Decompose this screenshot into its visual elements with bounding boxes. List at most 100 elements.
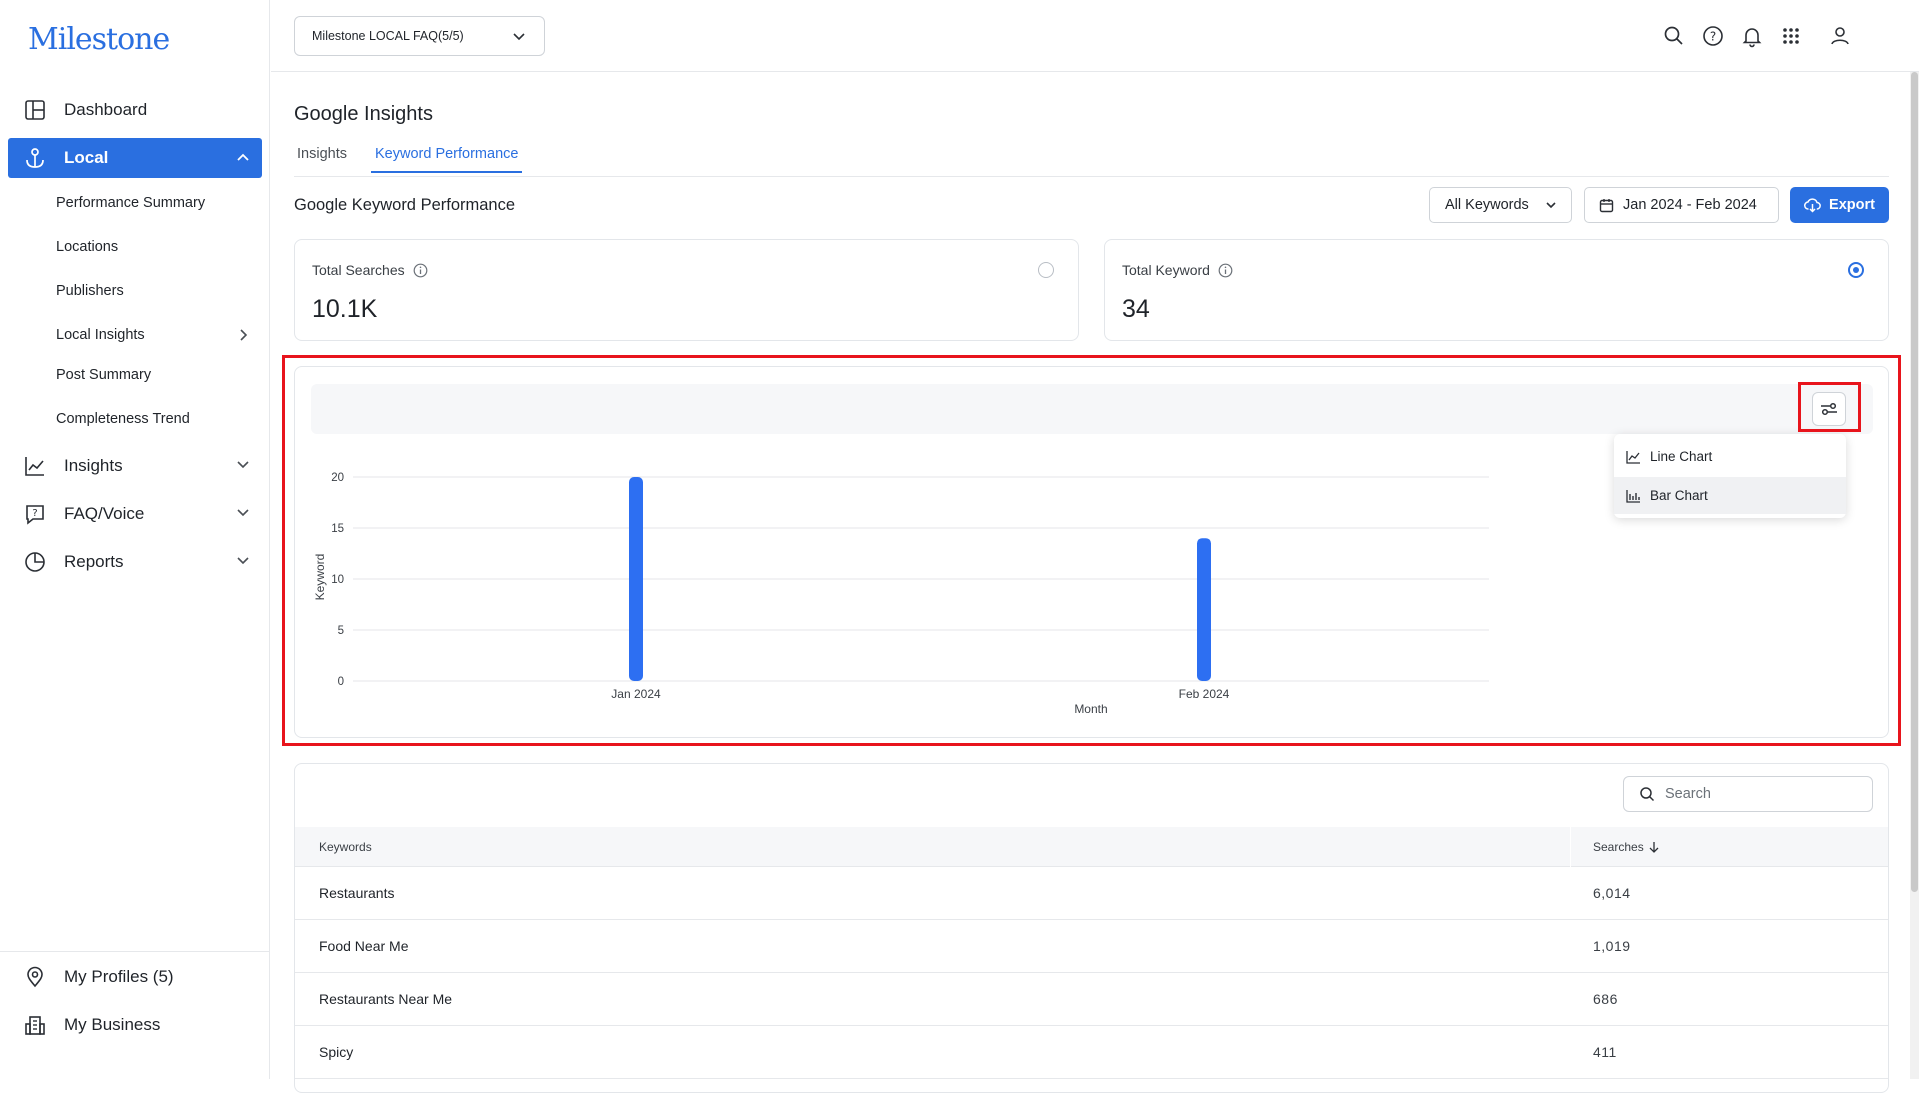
table-row[interactable]: Food Near Me 1,019 [295, 920, 1888, 973]
sidebar-item-label: Dashboard [64, 100, 148, 119]
cell-keyword: Spicy [319, 1044, 354, 1060]
bell-icon[interactable] [1740, 24, 1764, 48]
sidebar: Milestone Dashboard Local Performance Su… [0, 0, 270, 1079]
section-title: Google Keyword Performance [294, 196, 516, 214]
app-logo[interactable]: Milestone [28, 22, 170, 57]
svg-text:?: ? [1710, 30, 1716, 44]
column-divider [1570, 827, 1571, 867]
search-input[interactable]: Search [1623, 776, 1873, 812]
cell-searches: 686 [1593, 991, 1618, 1007]
table-header: Keywords Searches [295, 827, 1888, 867]
sidebar-subitem-performance-summary[interactable]: Performance Summary [56, 195, 205, 211]
apps-grid-icon[interactable] [1779, 24, 1803, 48]
search-placeholder: Search [1665, 786, 1711, 802]
info-icon[interactable] [413, 263, 428, 278]
faq-icon: ? [22, 501, 48, 527]
total-keyword-card[interactable]: Total Keyword 34 [1104, 239, 1889, 341]
card-label: Total Keyword [1122, 262, 1233, 278]
calendar-icon [1599, 198, 1614, 213]
chevron-up-icon [236, 150, 250, 164]
tab-keyword-performance[interactable]: Keyword Performance [371, 146, 523, 173]
arrow-down-icon [1648, 841, 1660, 853]
column-header-searches[interactable]: Searches [1593, 840, 1660, 854]
top-bar: Milestone LOCAL FAQ(5/5) ? [271, 0, 1919, 72]
chevron-down-icon [1545, 199, 1557, 211]
date-range-value: Jan 2024 - Feb 2024 [1623, 197, 1757, 213]
export-button[interactable]: Export [1790, 187, 1889, 223]
anchor-icon [22, 145, 48, 171]
date-range-picker[interactable]: Jan 2024 - Feb 2024 [1584, 187, 1779, 223]
menu-item-line-chart[interactable]: Line Chart [1614, 438, 1846, 475]
sidebar-subitem-completeness-trend[interactable]: Completeness Trend [56, 411, 190, 427]
svg-text:?: ? [32, 508, 37, 519]
chart-type-menu: Line Chart Bar Chart [1614, 434, 1846, 518]
info-icon[interactable] [1218, 263, 1233, 278]
sidebar-subitem-local-insights[interactable]: Local Insights [56, 327, 256, 343]
tab-insights[interactable]: Insights [297, 146, 347, 171]
sidebar-item-dashboard[interactable]: Dashboard [8, 90, 262, 130]
card-label: Total Searches [312, 262, 428, 278]
profile-select[interactable]: Milestone LOCAL FAQ(5/5) [294, 16, 545, 56]
card-label-text: Total Keyword [1122, 262, 1210, 278]
search-icon [1639, 786, 1655, 802]
sidebar-item-faq-voice[interactable]: ? FAQ/Voice [8, 494, 262, 534]
card-radio[interactable] [1038, 262, 1054, 278]
building-icon [22, 1012, 48, 1038]
tabs: Insights Keyword Performance [294, 146, 1889, 177]
search-icon[interactable] [1662, 24, 1686, 48]
card-label-text: Total Searches [312, 262, 405, 278]
menu-item-label: Line Chart [1650, 449, 1713, 464]
chevron-down-icon [236, 458, 250, 472]
profile-select-value: Milestone LOCAL FAQ(5/5) [312, 29, 464, 43]
table-row[interactable]: Restaurants 6,014 [295, 867, 1888, 920]
export-label: Export [1829, 197, 1875, 213]
card-value: 34 [1122, 295, 1150, 323]
cell-searches: 411 [1593, 1044, 1617, 1060]
cell-searches: 6,014 [1593, 885, 1631, 901]
card-radio-selected[interactable] [1848, 262, 1864, 278]
bar-chart-icon [1626, 489, 1641, 503]
settings-highlight-annotation [1798, 382, 1861, 432]
pie-chart-icon [22, 549, 48, 575]
cell-keyword: Food Near Me [319, 938, 409, 954]
sidebar-subitem-post-summary[interactable]: Post Summary [56, 367, 151, 383]
line-chart-icon [22, 453, 48, 479]
sidebar-item-local[interactable]: Local [8, 138, 262, 178]
cell-keyword: Restaurants Near Me [319, 991, 453, 1007]
page-scrollbar-thumb[interactable] [1911, 72, 1918, 892]
keywords-filter-value: All Keywords [1445, 197, 1529, 213]
sidebar-item-my-business[interactable]: My Business [8, 1005, 262, 1045]
sidebar-subitem-locations[interactable]: Locations [56, 239, 118, 255]
layout-icon [22, 97, 48, 123]
sidebar-item-insights[interactable]: Insights [8, 446, 262, 486]
sidebar-bottom [0, 951, 270, 952]
chevron-down-icon [236, 506, 250, 520]
sidebar-item-label: FAQ/Voice [64, 504, 145, 523]
sidebar-item-label: My Business [64, 1015, 161, 1034]
table-row[interactable]: Spicy 411 [295, 1026, 1888, 1079]
sidebar-subitem-publishers[interactable]: Publishers [56, 283, 124, 299]
menu-item-bar-chart[interactable]: Bar Chart [1614, 477, 1846, 514]
chart-highlight-annotation [282, 355, 1901, 746]
chevron-down-icon [236, 554, 250, 568]
sidebar-item-label: My Profiles (5) [64, 967, 174, 986]
location-pin-icon [22, 964, 48, 990]
column-header-keywords[interactable]: Keywords [319, 840, 372, 854]
line-chart-icon [1626, 450, 1641, 464]
cloud-download-icon [1804, 197, 1821, 213]
help-icon[interactable]: ? [1701, 24, 1725, 48]
sidebar-item-label: Insights [64, 456, 123, 475]
column-header-label: Searches [1593, 840, 1644, 854]
sidebar-subitem-label: Local Insights [56, 327, 145, 343]
cell-keyword: Restaurants [319, 885, 395, 901]
keywords-filter-dropdown[interactable]: All Keywords [1429, 187, 1572, 223]
sidebar-item-label: Reports [64, 552, 124, 571]
total-searches-card[interactable]: Total Searches 10.1K [294, 239, 1079, 341]
sidebar-item-my-profiles[interactable]: My Profiles (5) [8, 957, 262, 997]
chevron-right-icon [238, 328, 250, 342]
sidebar-item-reports[interactable]: Reports [8, 542, 262, 582]
table-row[interactable]: Restaurants Near Me 686 [295, 973, 1888, 1026]
user-icon[interactable] [1828, 24, 1852, 48]
card-value: 10.1K [312, 295, 378, 323]
cell-searches: 1,019 [1593, 938, 1631, 954]
